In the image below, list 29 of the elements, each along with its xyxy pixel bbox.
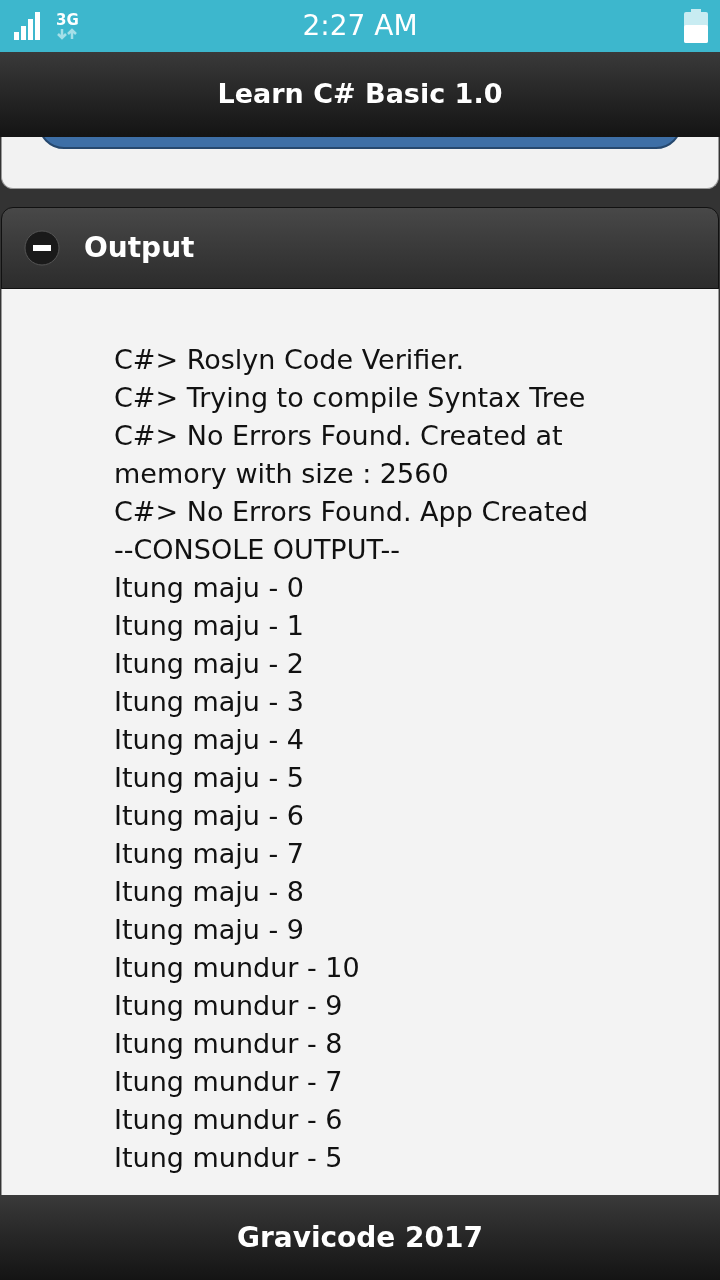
console-line: Itung maju - 7: [114, 837, 306, 871]
console-line: C#> Trying to compile Syntax Tree: [114, 381, 587, 415]
console-line: Itung maju - 5: [114, 761, 306, 795]
console-line: Itung maju - 3: [114, 685, 306, 719]
console-line: Itung mundur - 6: [114, 1103, 344, 1137]
app-title: Learn C# Basic 1.0: [217, 77, 503, 112]
console-line: Itung maju - 6: [114, 799, 306, 833]
console-line: Itung maju - 1: [114, 609, 306, 643]
console-line: Itung maju - 4: [114, 723, 306, 757]
console-line: Itung mundur - 9: [114, 989, 344, 1023]
clock: 2:27 AM: [302, 8, 418, 44]
collapsible-header[interactable]: Output: [1, 207, 719, 289]
console-line: C#> No Errors Found. Created at memory with size : 2560: [114, 419, 564, 491]
console-line: Itung maju - 8: [114, 875, 306, 909]
console-line: Itung maju - 9: [114, 913, 306, 947]
console-line: Itung maju - 0: [114, 571, 306, 605]
console-line: Itung mundur - 5: [114, 1141, 344, 1175]
panel-title: Output: [84, 230, 195, 266]
console-line: Itung maju - 2: [114, 647, 306, 681]
network-label: 3G: [56, 12, 79, 28]
console-line: Itung mundur - 8: [114, 1027, 344, 1061]
console-line: Itung mundur - 10: [114, 951, 361, 985]
data-arrows-icon: [56, 27, 79, 40]
footer-text: Gravicode 2017: [236, 1219, 484, 1256]
console-line: C#> No Errors Found. App Created: [114, 495, 590, 529]
console-line: C#> Roslyn Code Verifier.: [114, 343, 466, 377]
console-line: Itung mundur - 7: [114, 1065, 344, 1099]
battery-icon: [684, 9, 708, 43]
console-line: --CONSOLE OUTPUT--: [114, 533, 401, 567]
